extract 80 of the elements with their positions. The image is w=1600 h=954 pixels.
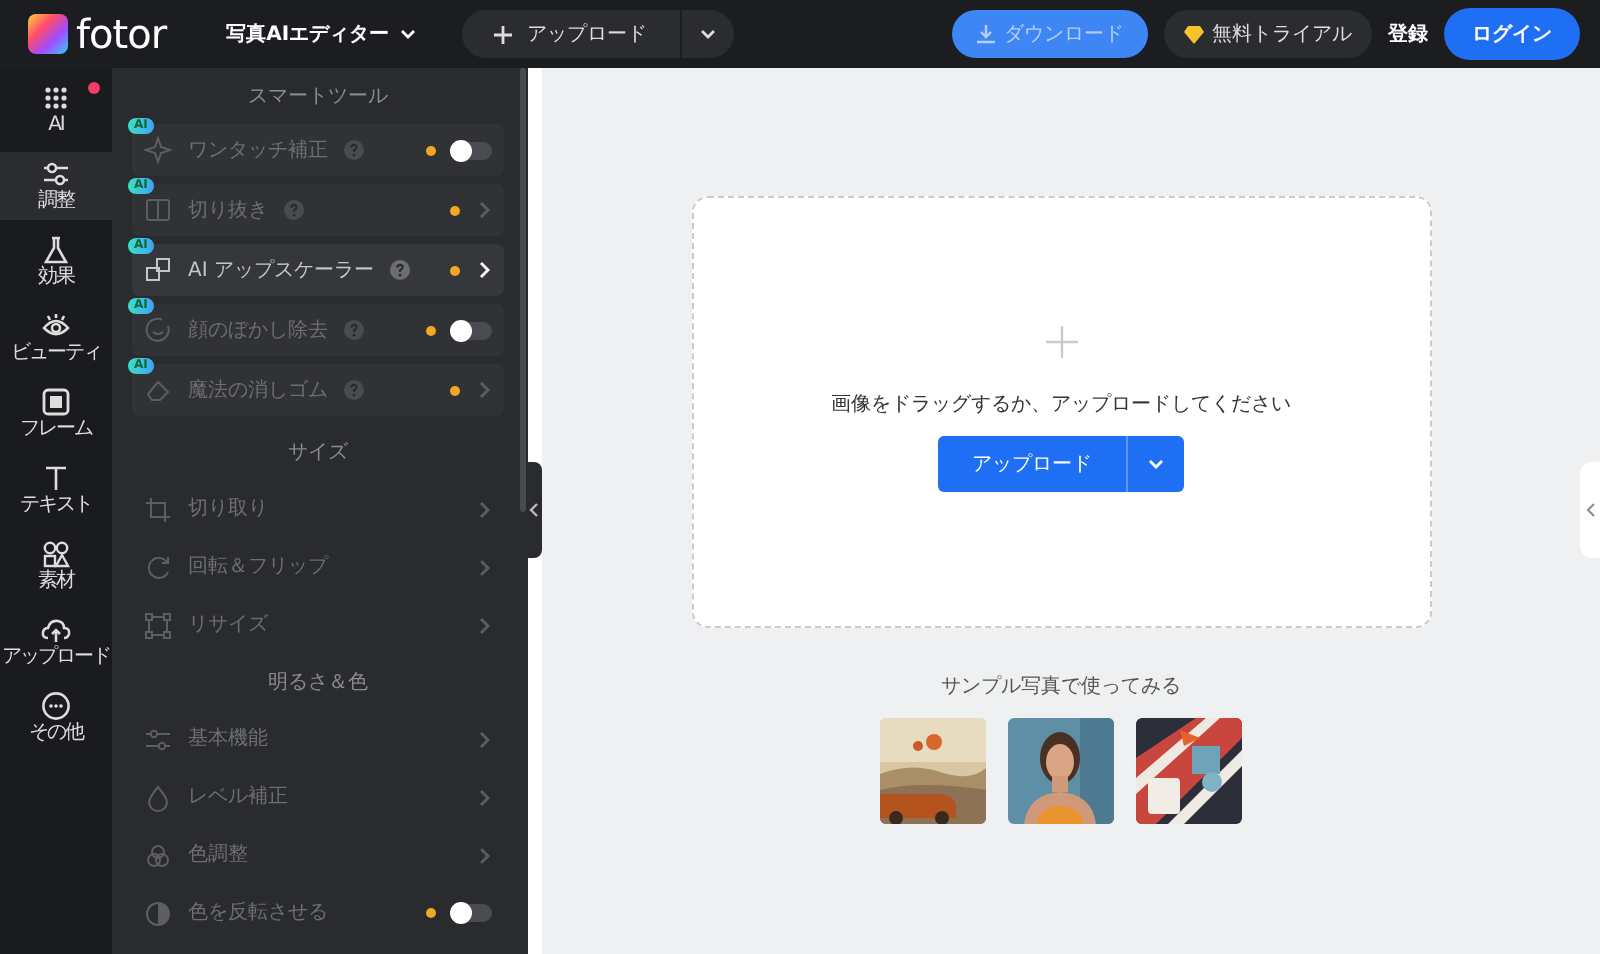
drop-zone[interactable]: 画像をドラッグするか、アップロードしてください アップロード [691,196,1431,628]
sidebar-tab[interactable]: アップロード [0,608,112,676]
sidebar-tab[interactable]: AI [0,76,112,144]
tool-label: 魔法の消しゴム [188,377,328,405]
logo-text[interactable]: fotor [76,4,167,64]
sidebar-tab[interactable]: 効果 [0,228,112,296]
sliders-icon [40,158,72,190]
tool-label: 色調整 [188,841,248,870]
chevron-left-icon [1585,502,1595,518]
chevron-right-icon [476,845,492,865]
chevron-down-icon [397,24,418,44]
resize-icon [144,611,172,639]
face-icon [144,316,172,344]
circles-icon [144,841,172,869]
squares-icon [144,256,172,284]
chevron-down-icon [1146,454,1166,474]
collapse-handle[interactable] [526,462,542,558]
sidebar-tab[interactable]: その他 [0,684,112,752]
tool-label: AI アップスケーラー [188,257,374,285]
chevron-right-icon [476,499,492,519]
tool-label: ワンタッチ補正 [188,137,328,165]
chevron-left-icon [528,502,540,518]
tool-label: 基本機能 [188,725,268,754]
shapes-icon [40,538,72,570]
toggle-switch[interactable] [452,141,492,159]
tool-label: レベル補正 [188,783,288,812]
sliders-icon [144,725,172,753]
rotate-icon [144,553,172,581]
chevron-right-icon [476,260,492,280]
scrollbar[interactable] [520,68,526,512]
eraser-icon [144,376,172,404]
drop-instruction: 画像をドラッグするか、アップロードしてください [831,391,1291,420]
editor-menu[interactable]: 写真AIエディター [214,17,430,51]
tool-label: 回転＆フリップ [188,553,328,582]
tool-label: リサイズ [188,612,268,640]
chevron-right-icon [476,200,492,220]
toggle-switch[interactable] [452,321,492,339]
plus-icon [493,25,512,43]
diamond-icon [1184,25,1204,43]
sidebar-tab[interactable]: テキスト [0,456,112,524]
section-title: サイズ [288,439,348,467]
cloud-upload-icon [40,614,72,646]
tool-label: 色を反転させる [188,900,328,928]
tool-label: 切り取り [188,495,268,524]
chevron-down-icon [697,24,718,44]
sparkle-icon [144,136,172,164]
chevron-right-icon [476,380,492,400]
sidebar-tab[interactable]: 素材 [0,532,112,600]
login-button[interactable]: ログイン [1444,8,1580,60]
upload-button[interactable]: アップロード [938,436,1126,492]
text-icon [40,462,72,494]
free-trial-button[interactable]: 無料トライアル [1164,10,1372,58]
tool-label: 顔のぼかし除去 [188,317,328,345]
sidebar-tab[interactable]: フレーム [0,380,112,448]
cutout-icon [144,196,172,224]
more-icon [40,690,72,722]
signup-link[interactable]: 登録 [1388,19,1428,49]
grid-icon [40,82,72,114]
section-title: 明るさ＆色 [268,669,368,697]
chevron-right-icon [476,615,492,635]
upload-button[interactable]: アップロード [461,10,680,58]
flask-icon [40,234,72,266]
chevron-right-icon [476,557,492,577]
section-title: スマートツール [248,83,388,111]
samples-heading: サンプル写真で使ってみる [941,673,1181,702]
logo-icon [28,14,68,54]
download-icon [976,24,996,44]
tool-label: 切り抜き [188,197,268,225]
sidebar-tab[interactable]: ビューティ [0,304,112,372]
expand-handle[interactable] [1580,462,1600,558]
sidebar-tab[interactable]: 調整 [0,152,112,220]
chevron-right-icon [476,787,492,807]
chevron-right-icon [476,729,492,749]
plus-icon [1045,326,1077,358]
crop-icon [144,495,172,523]
invert-icon [144,899,172,927]
toggle-switch[interactable] [452,904,492,922]
frame-icon [40,386,72,418]
drop-icon [144,783,172,811]
help-icon[interactable] [389,260,410,280]
